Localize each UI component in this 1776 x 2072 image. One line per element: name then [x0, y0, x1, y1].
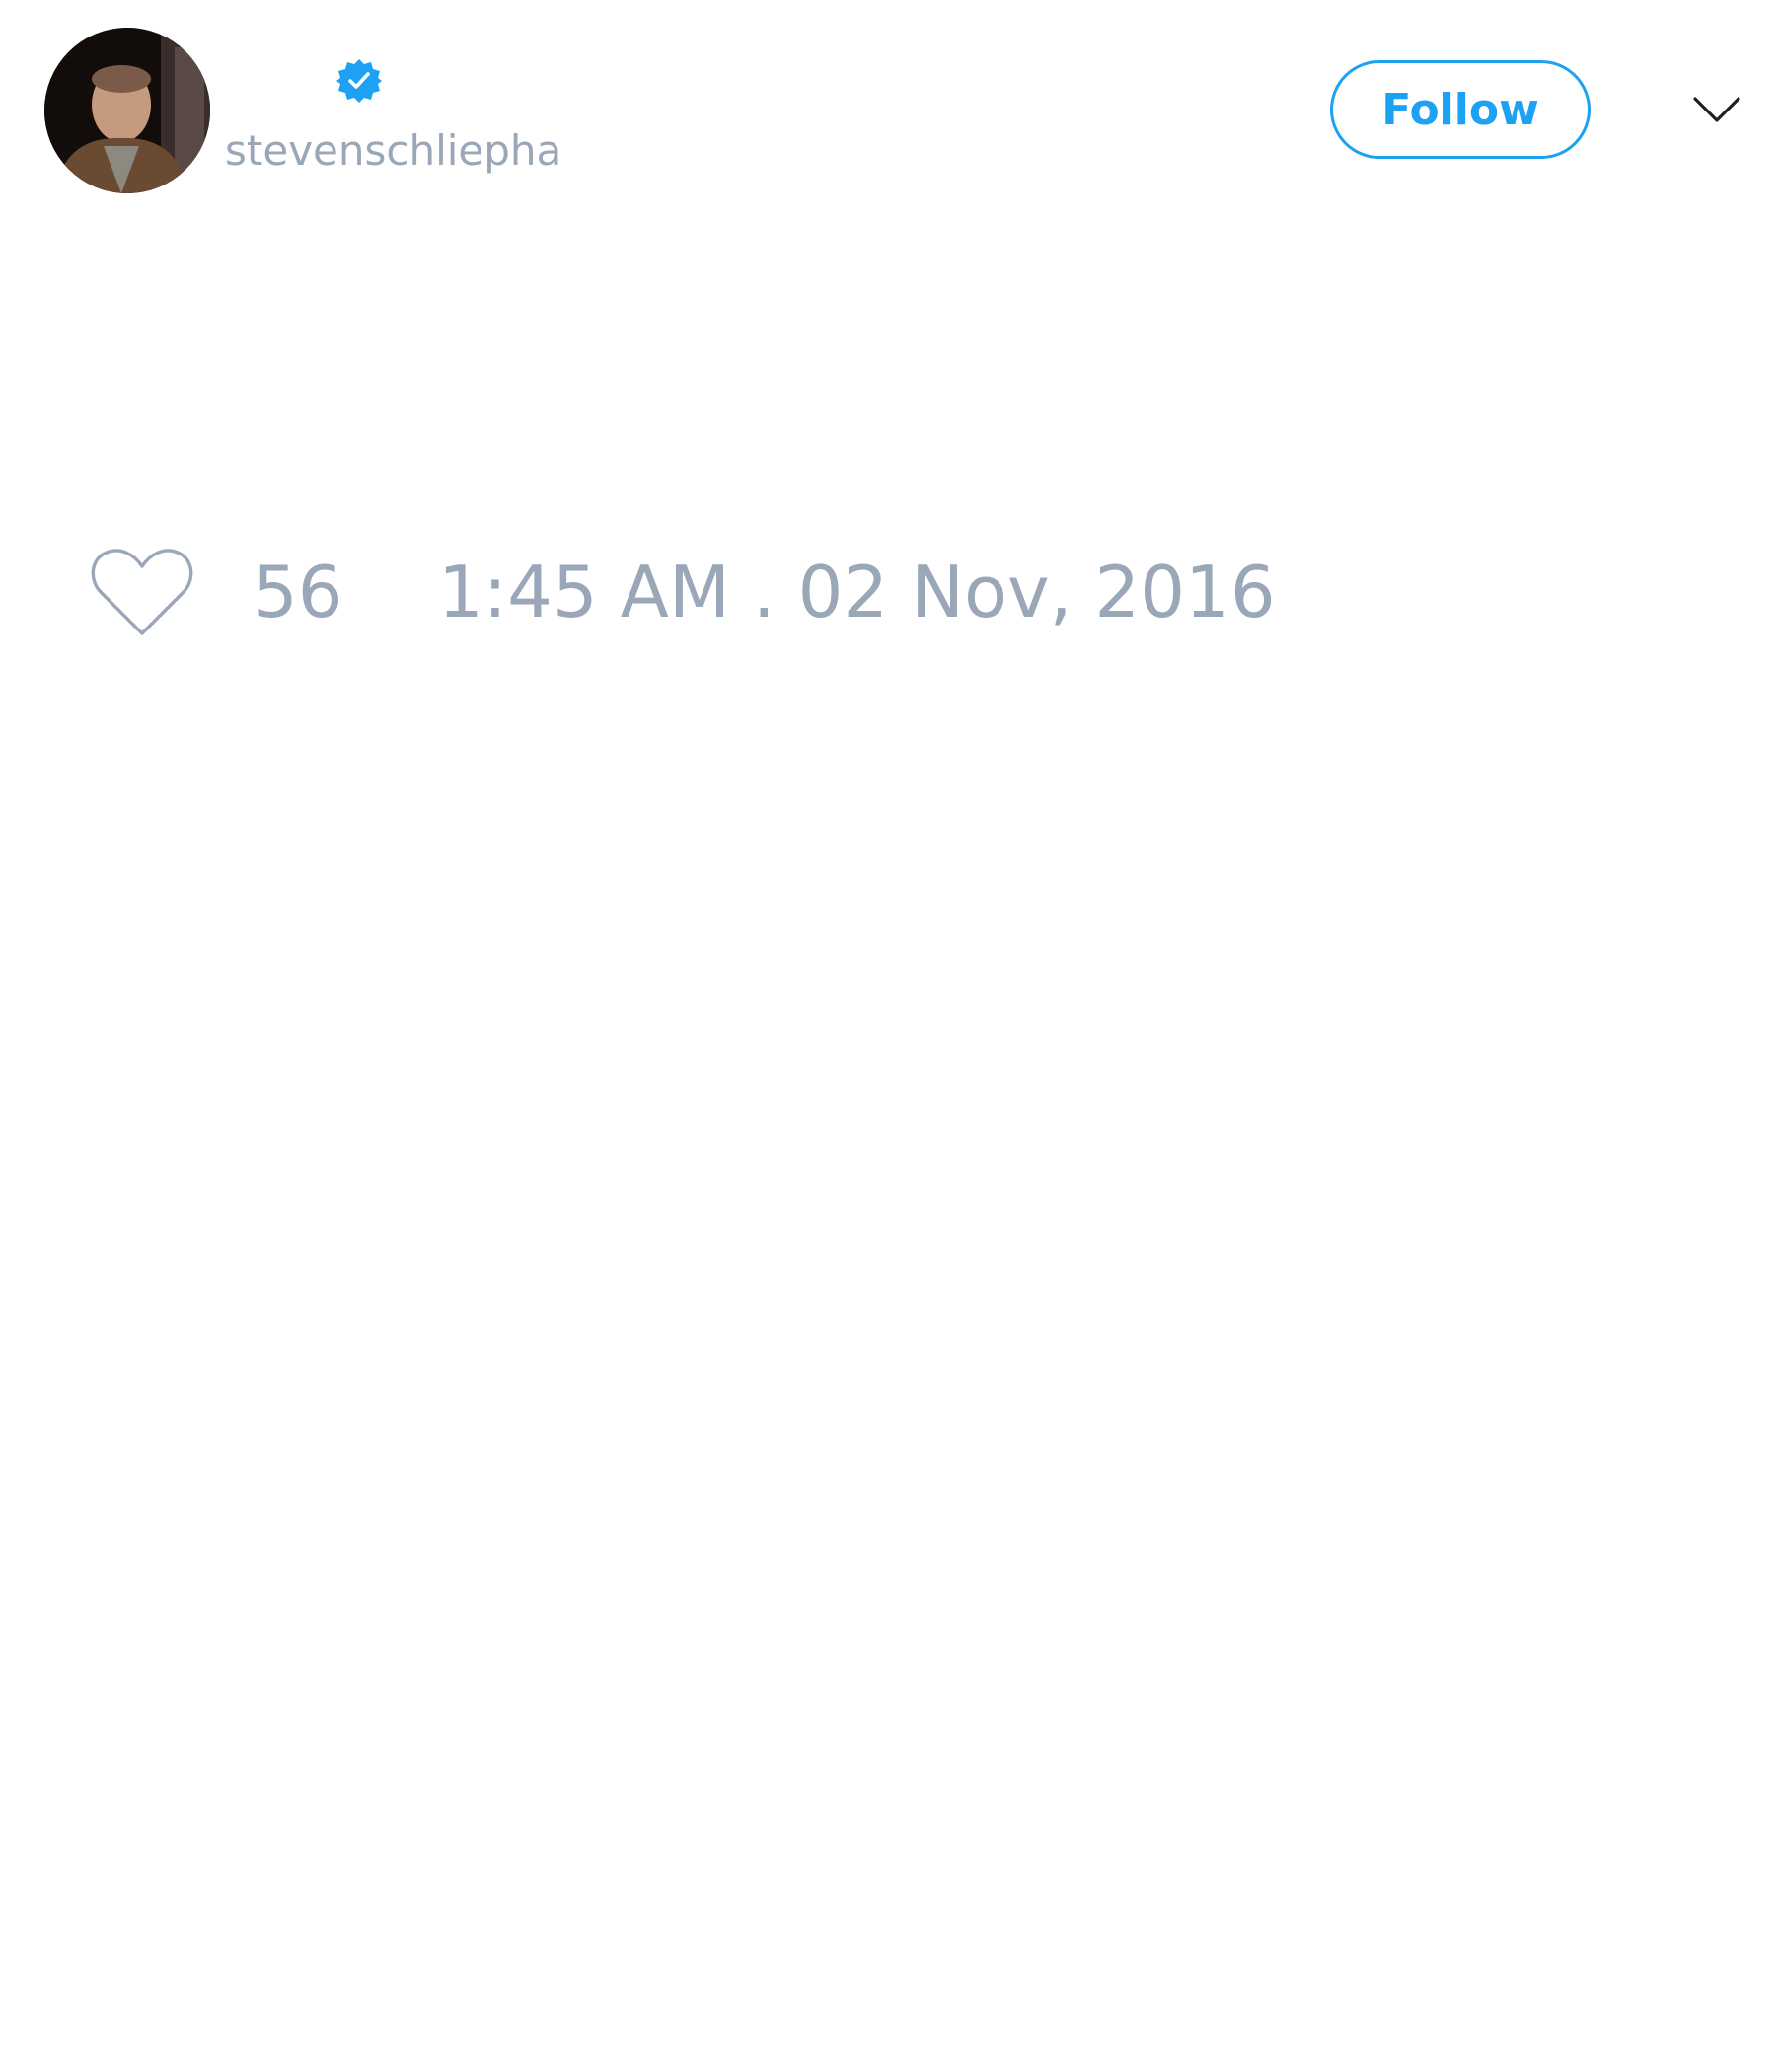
tweet-timestamp[interactable]: 1:45 AM . 02 Nov, 2016	[438, 543, 1276, 641]
like-count: 56	[253, 551, 343, 633]
chevron-down-icon[interactable]	[1689, 89, 1744, 132]
tweet-footer: 56 1:45 AM . 02 Nov, 2016	[0, 523, 1776, 651]
avatar-photo	[44, 28, 210, 193]
username[interactable]: stevenschliepha	[225, 126, 561, 176]
tweet-header: stevenschliepha Follow	[0, 0, 1776, 217]
avatar[interactable]	[44, 28, 210, 193]
verified-badge-icon	[336, 59, 382, 103]
heart-icon[interactable]	[87, 543, 197, 641]
follow-button[interactable]: Follow	[1330, 60, 1591, 159]
